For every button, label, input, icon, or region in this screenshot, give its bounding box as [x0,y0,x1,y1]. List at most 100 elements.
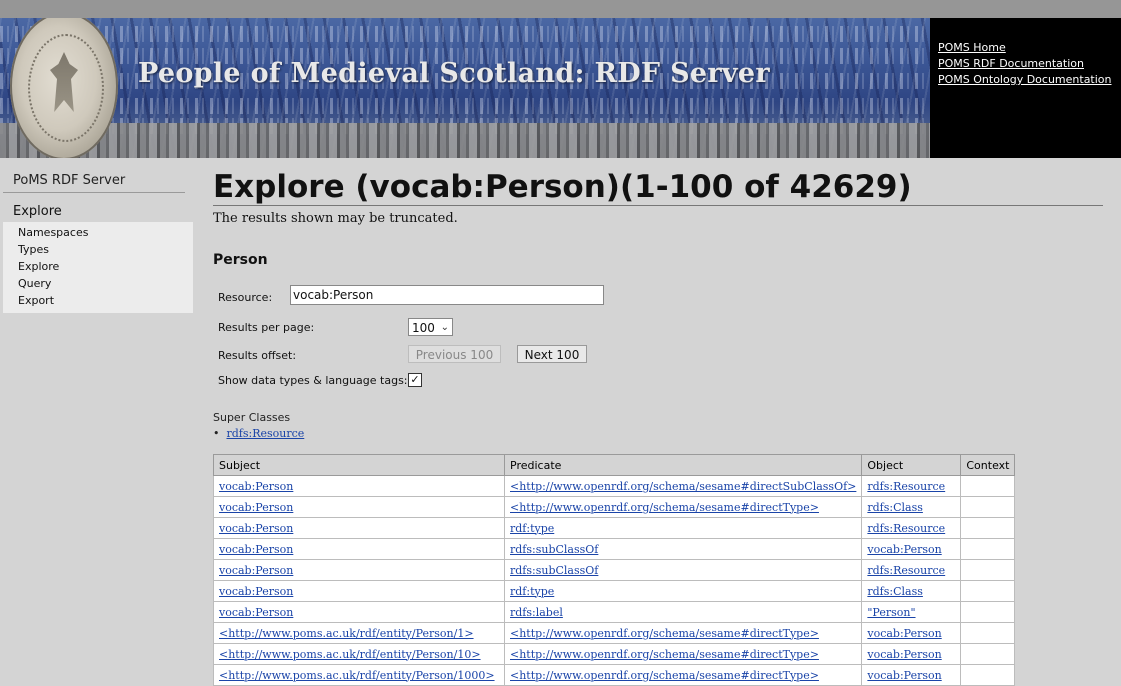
table-row: vocab:Person rdfs:subClassOf rdfs:Resource [213,559,1016,581]
super-class-link[interactable]: rdfs:Resource [226,427,304,440]
super-classes-label: Super Classes [213,411,291,424]
subject-link[interactable]: <http://www.poms.ac.uk/rdf/entity/Person… [219,627,474,640]
object-link[interactable]: rdfs:Class [867,501,923,514]
object-link[interactable]: "Person" [867,606,915,619]
context-cell [960,496,1016,518]
main-content: Explore (vocab:Person)(1-100 of 42629) T… [213,170,1103,686]
truncation-note: The results shown may be truncated. [213,211,458,226]
subject-cell: vocab:Person [213,475,505,497]
object-link[interactable]: vocab:Person [867,543,941,556]
results-table: Subject Predicate Object Context vocab:P… [213,454,1016,686]
object-cell: rdfs:Resource [861,475,962,497]
object-link[interactable]: rdfs:Class [867,585,923,598]
subject-link[interactable]: vocab:Person [219,543,293,556]
object-cell: vocab:Person [861,643,962,665]
predicate-cell: <http://www.openrdf.org/schema/sesame#di… [503,622,863,644]
context-cell [960,517,1016,539]
predicate-cell: <http://www.openrdf.org/schema/sesame#di… [503,643,863,665]
sidebar-item-explore[interactable]: Explore [3,258,193,275]
poms-home-link[interactable]: POMS Home [938,40,1112,56]
predicate-link[interactable]: rdfs:subClassOf [510,543,598,556]
context-cell [960,601,1016,623]
previous-page-button[interactable]: Previous 100 [408,345,501,363]
subject-link[interactable]: vocab:Person [219,585,293,598]
results-per-page-select[interactable]: 100 ⌄ [408,318,453,336]
sidebar-menu: Namespaces Types Explore Query Export [3,222,193,313]
page-title: Explore (vocab:Person)(1-100 of 42629) [213,170,1103,206]
column-header-object: Object [861,454,962,476]
predicate-link[interactable]: rdf:type [510,585,554,598]
poms-rdf-docs-link[interactable]: POMS RDF Documentation [938,56,1112,72]
super-classes: Super Classes • rdfs:Resource [213,411,305,440]
column-header-context: Context [960,454,1016,476]
subject-link[interactable]: vocab:Person [219,480,293,493]
site-title: People of Medieval Scotland: RDF Server [138,58,770,89]
context-cell [960,580,1016,602]
object-link[interactable]: rdfs:Resource [867,522,945,535]
column-header-predicate: Predicate [503,454,863,476]
object-cell: rdfs:Resource [861,559,962,581]
subject-link[interactable]: vocab:Person [219,606,293,619]
table-row: <http://www.poms.ac.uk/rdf/entity/Person… [213,643,1016,665]
subject-cell: vocab:Person [213,601,505,623]
sidebar-item-export[interactable]: Export [3,292,193,309]
show-types-label: Show data types & language tags: [218,374,408,387]
column-header-subject: Subject [213,454,505,476]
subject-cell: vocab:Person [213,517,505,539]
predicate-link[interactable]: <http://www.openrdf.org/schema/sesame#di… [510,480,856,493]
show-types-checkbox[interactable]: ✓ [408,373,422,387]
subject-cell: vocab:Person [213,538,505,560]
subject-link[interactable]: vocab:Person [219,522,293,535]
table-row: vocab:Person rdf:type rdfs:Class [213,580,1016,602]
predicate-cell: rdfs:label [503,601,863,623]
browser-top-strip [0,0,1121,18]
results-offset-label: Results offset: [218,349,297,362]
chevron-down-icon: ⌄ [440,322,449,333]
table-row: vocab:Person rdfs:label "Person" [213,601,1016,623]
subject-cell: <http://www.poms.ac.uk/rdf/entity/Person… [213,622,505,644]
section-heading: Person [213,252,268,268]
subject-link[interactable]: <http://www.poms.ac.uk/rdf/entity/Person… [219,648,481,661]
predicate-cell: rdf:type [503,580,863,602]
subject-link[interactable]: vocab:Person [219,564,293,577]
sidebar-title[interactable]: PoMS RDF Server [3,170,185,193]
context-cell [960,643,1016,665]
table-row: <http://www.poms.ac.uk/rdf/entity/Person… [213,622,1016,644]
table-row: vocab:Person rdf:type rdfs:Resource [213,517,1016,539]
sidebar-item-types[interactable]: Types [3,241,193,258]
next-page-button[interactable]: Next 100 [517,345,587,363]
object-link[interactable]: rdfs:Resource [867,480,945,493]
object-cell: rdfs:Class [861,496,962,518]
sidebar-section-explore: Explore [13,204,62,219]
object-cell: "Person" [861,601,962,623]
predicate-link[interactable]: rdf:type [510,522,554,535]
object-cell: rdfs:Resource [861,517,962,539]
object-link[interactable]: rdfs:Resource [867,564,945,577]
context-cell [960,475,1016,497]
predicate-link[interactable]: rdfs:label [510,606,563,619]
results-per-page-label: Results per page: [218,321,315,334]
subject-cell: vocab:Person [213,496,505,518]
subject-link[interactable]: vocab:Person [219,501,293,514]
object-cell: vocab:Person [861,622,962,644]
predicate-cell: rdfs:subClassOf [503,559,863,581]
context-cell [960,622,1016,644]
resource-input[interactable]: vocab:Person [290,285,604,305]
predicate-link[interactable]: rdfs:subClassOf [510,564,598,577]
sidebar-item-namespaces[interactable]: Namespaces [3,224,193,241]
predicate-link[interactable]: <http://www.openrdf.org/schema/sesame#di… [510,648,819,661]
table-row: vocab:Person <http://www.openrdf.org/sche… [213,496,1016,518]
predicate-link[interactable]: <http://www.openrdf.org/schema/sesame#di… [510,627,819,640]
predicate-cell: rdfs:subClassOf [503,538,863,560]
subject-cell: <http://www.poms.ac.uk/rdf/entity/Person… [213,643,505,665]
poms-ontology-docs-link[interactable]: POMS Ontology Documentation [938,72,1112,88]
object-link[interactable]: vocab:Person [867,648,941,661]
sidebar: PoMS RDF Server Explore Namespaces Types… [3,170,193,313]
object-cell: vocab:Person [861,664,962,686]
object-link[interactable]: vocab:Person [867,627,941,640]
predicate-cell: <http://www.openrdf.org/schema/sesame#di… [503,475,863,497]
sidebar-item-query[interactable]: Query [3,275,193,292]
site-banner: People of Medieval Scotland: RDF Server … [0,18,1121,158]
predicate-link[interactable]: <http://www.openrdf.org/schema/sesame#di… [510,501,819,514]
subject-cell: vocab:Person [213,559,505,581]
